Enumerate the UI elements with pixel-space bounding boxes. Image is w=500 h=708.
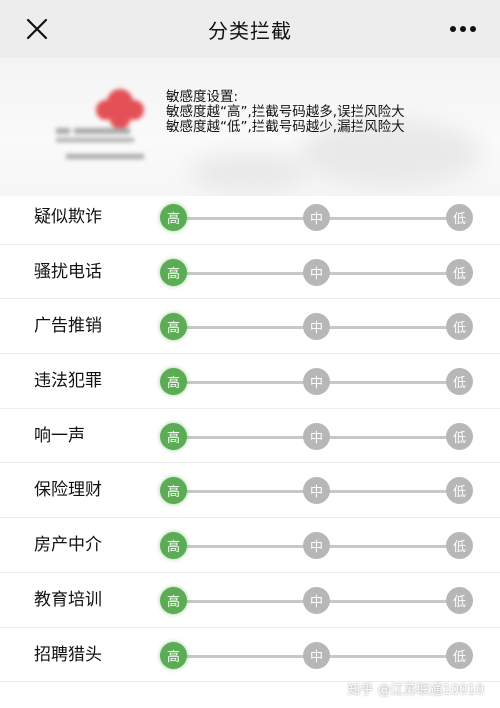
slider-stop-high[interactable]: 高 [160,532,187,560]
slider-stop-medium[interactable]: 中 [303,313,330,341]
category-label: 疑似欺诈 [34,207,102,227]
more-button[interactable] [446,14,480,44]
sensitivity-slider[interactable]: 高中低 [160,477,475,505]
close-button[interactable] [22,14,52,44]
slider-stop-high[interactable]: 高 [160,477,187,505]
sensitivity-notice: 敏感度设置: 敏感度越“高”,拦截号码越多,误拦风险大 敏感度越“低”,拦截号码… [166,90,466,135]
slider-stop-high[interactable]: 高 [160,641,187,669]
close-icon [26,18,48,40]
notice-line: 敏感度设置: [166,89,239,105]
slider-stop-medium[interactable]: 中 [303,368,330,396]
slider-stop-low[interactable]: 低 [446,477,473,505]
slider-stop-low[interactable]: 低 [446,586,473,614]
slider-stop-medium[interactable]: 中 [303,641,330,669]
sensitivity-slider[interactable]: 高中低 [160,586,475,615]
watermark-text: 知乎 @江苏联通10010 [347,683,485,698]
category-label: 响一声 [34,425,85,446]
category-label: 骚扰电话 [34,261,102,282]
notice-line: 敏感度越“低”,拦截号码越少,漏拦风险大 [166,119,405,135]
category-label: 违法犯罪 [34,371,102,392]
sensitivity-slider[interactable]: 高中低 [160,368,475,396]
category-row: 教育培训 高 中 低 [0,573,500,628]
slider-stop-high[interactable]: 高 [160,204,187,231]
sensitivity-slider[interactable]: 高中低 [160,422,475,451]
sensitivity-banner: 敏感度设置: 敏感度越“高”,拦截号码越多,误拦风险大 敏感度越“低”,拦截号码… [0,58,500,196]
sensitivity-slider[interactable]: 高中低 [160,258,475,287]
slider-stop-high[interactable]: 高 [160,586,187,614]
category-row: 广告推销 高 中 低 [0,299,500,355]
slider-stop-low[interactable]: 低 [446,422,473,450]
slider-stop-medium[interactable]: 中 [303,422,330,450]
title-bar: 分类拦截 [0,0,500,58]
more-dots-icon [450,26,476,32]
slider-stop-medium[interactable]: 中 [303,586,330,614]
page-title: 分类拦截 [208,18,292,43]
category-row: 房产中介 高 中 低 [0,518,500,573]
category-label: 广告推销 [34,316,102,337]
slider-stop-high[interactable]: 高 [160,313,187,341]
slider-stop-low[interactable]: 低 [446,641,473,669]
china-unicom-logo [56,89,144,159]
category-row: 招聘猎头 高 中 低 [0,628,500,683]
sensitivity-slider[interactable]: 高中低 [160,204,475,232]
category-label: 保险理财 [34,480,102,501]
slider-stop-low[interactable]: 低 [446,368,473,396]
sensitivity-slider[interactable]: 高中低 [160,313,475,341]
slider-stop-low[interactable]: 低 [446,258,473,286]
banner-background-shape [190,153,310,193]
category-row: 疑似欺诈 高 中 低 [0,190,500,245]
category-label: 招聘猎头 [34,644,102,665]
sensitivity-slider[interactable]: 高中低 [160,641,475,670]
category-row: 响一声 高 中 低 [0,409,500,464]
slider-stop-medium[interactable]: 中 [303,532,330,560]
slider-stop-medium[interactable]: 中 [303,477,330,505]
slider-stop-high[interactable]: 高 [160,422,187,450]
category-list: 疑似欺诈高中低骚扰电话高中低广告推销高中低违法犯罪高中低响一声高中低保险理财高中… [0,190,500,683]
notice-line: 敏感度越“高”,拦截号码越多,误拦风险大 [166,104,405,120]
slider-stop-high[interactable]: 高 [160,258,187,286]
slider-stop-high[interactable]: 高 [160,368,187,396]
sensitivity-slider[interactable]: 高中低 [160,532,475,560]
category-label: 房产中介 [34,535,102,556]
slider-stop-medium[interactable]: 中 [303,258,330,286]
category-row: 骚扰电话 高 中 低 [0,245,500,300]
slider-stop-medium[interactable]: 中 [303,204,330,231]
category-row: 违法犯罪 高 中 低 [0,354,500,409]
slider-stop-low[interactable]: 低 [446,313,473,341]
slider-stop-low[interactable]: 低 [446,532,473,560]
category-row: 保险理财 高 中 低 [0,463,500,519]
slider-stop-low[interactable]: 低 [446,204,473,231]
category-label: 教育培训 [34,589,102,610]
